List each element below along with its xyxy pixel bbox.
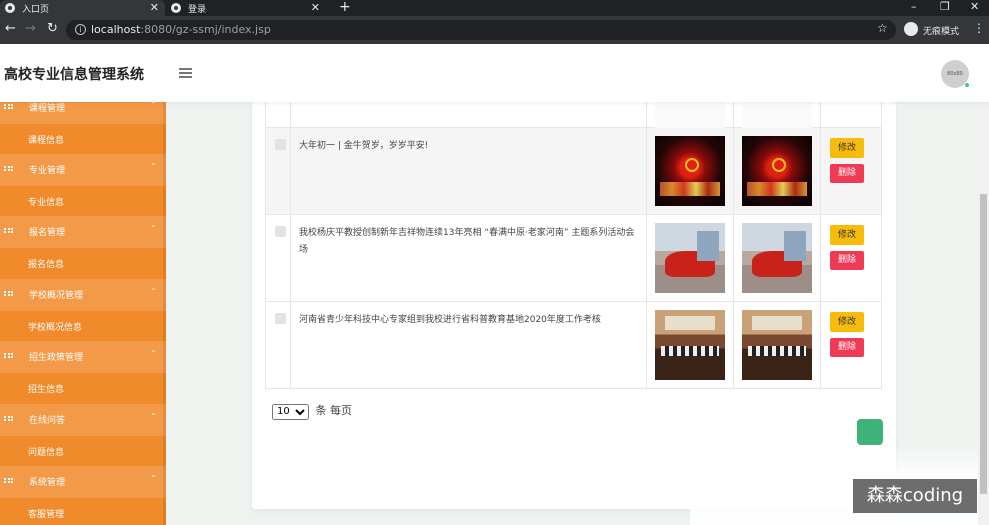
news-thumbnail (655, 310, 725, 380)
url-text[interactable]: localhost:8080/gz-ssmj/index.jsp (91, 23, 271, 36)
incognito-label: 无痕模式 (923, 27, 960, 37)
page-size-select[interactable]: 10 (272, 403, 309, 420)
minimize-icon[interactable]: – (911, 0, 917, 13)
tab-label: 登录 (188, 4, 207, 15)
row-checkbox[interactable] (275, 226, 286, 237)
sidebar-group-system[interactable]: 系统管理 ⌃ (0, 466, 166, 498)
sidebar-item-course-info[interactable]: 课程信息 (0, 124, 166, 154)
floating-action-button[interactable] (857, 419, 883, 445)
new-tab-icon[interactable]: + (339, 0, 351, 15)
edit-button[interactable]: 修改 (830, 225, 864, 245)
news-thumbnail (742, 136, 812, 206)
grid-icon (4, 166, 13, 172)
page-size-control: 10 条 每页 (272, 402, 352, 420)
chevron-up-icon: ⌃ (150, 162, 157, 171)
sidebar-group-label: 报名管理 (29, 228, 66, 238)
sidebar-item-question-info[interactable]: 问题信息 (0, 436, 166, 466)
table-row (265, 58, 882, 128)
sidebar-item-label: 招生信息 (28, 385, 65, 395)
more-menu-icon[interactable]: ⋮ (973, 21, 985, 35)
incognito-icon (904, 22, 918, 36)
tab-login[interactable]: 登录 ✕ (166, 0, 326, 16)
tab-entry-page[interactable]: 入口页 ✕ (0, 0, 165, 16)
news-thumbnail (655, 136, 725, 206)
grid-icon (4, 228, 13, 234)
sidebar-item-label: 学校概况信息 (28, 323, 83, 333)
sidebar-group-label: 学校概况管理 (29, 291, 84, 301)
site-title: 高校专业信息管理系统 (4, 67, 144, 83)
window-close-icon[interactable]: ✕ (970, 0, 979, 13)
delete-button[interactable]: 删除 (830, 164, 864, 183)
sidebar-group-label: 系统管理 (29, 478, 66, 488)
delete-button[interactable]: 删除 (830, 338, 864, 357)
restore-icon[interactable]: ❐ (940, 0, 950, 13)
news-title: 河南省青少年科技中心专家组到我校进行省科普教育基地2020年度工作考核 (299, 315, 601, 325)
row-checkbox[interactable] (275, 313, 286, 324)
sidebar-item-enroll-info[interactable]: 报名信息 (0, 248, 166, 278)
sidebar-group-major[interactable]: 专业管理 ⌃ (0, 154, 166, 186)
watermark: 森森coding (853, 479, 977, 513)
grid-icon (4, 478, 13, 484)
grid-icon (4, 416, 13, 422)
table-row: 大年初一 | 金牛贺岁，岁岁平安! 修改 删除 (265, 128, 882, 215)
sidebar-group-course[interactable]: 课程管理 ⌃ (0, 102, 166, 124)
forward-icon[interactable]: → (25, 21, 36, 36)
news-thumbnail (742, 223, 812, 293)
address-bar: ← → ↻ i localhost:8080/gz-ssmj/index.jsp… (0, 16, 989, 44)
online-status-dot (964, 82, 970, 88)
delete-button[interactable]: 删除 (830, 251, 864, 270)
news-thumbnail (655, 223, 725, 293)
sidebar: 课程管理 ⌃ 课程信息 专业管理 ⌃ 专业信息 报名管理 ⌃ 报名信息 学校概况… (0, 102, 166, 525)
sidebar-item-label: 专业信息 (28, 198, 65, 208)
page: 高校专业信息管理系统 80x80 课程管理 ⌃ 课程信息 专业管理 ⌃ 专业信息… (0, 44, 989, 525)
chevron-up-icon: ⌃ (150, 474, 157, 483)
grid-icon (4, 353, 13, 359)
sidebar-group-school-overview[interactable]: 学校概况管理 ⌃ (0, 279, 166, 311)
sidebar-item-label: 问题信息 (28, 448, 65, 458)
sidebar-group-label: 在线问答 (29, 416, 66, 426)
chevron-up-icon: ⌃ (150, 224, 157, 233)
sidebar-item-admission-info[interactable]: 招生信息 (0, 373, 166, 403)
sidebar-item-school-overview-info[interactable]: 学校概况信息 (0, 311, 166, 341)
sidebar-item-label: 客服管理 (28, 510, 65, 520)
table-row: 我校杨庆平教授创制新年吉祥物连续13年亮相 “春满中原·老家河南” 主题系列活动… (265, 215, 882, 302)
edit-button[interactable]: 修改 (830, 138, 864, 158)
edit-button[interactable]: 修改 (830, 312, 864, 332)
row-checkbox[interactable] (275, 139, 286, 150)
news-title: 大年初一 | 金牛贺岁，岁岁平安! (299, 141, 429, 151)
news-thumbnail (742, 310, 812, 380)
grid-icon (4, 291, 13, 297)
browser-tab-bar: 入口页 ✕ 登录 ✕ + – ❐ ✕ (0, 0, 989, 16)
sidebar-item-label: 报名信息 (28, 260, 65, 270)
app-header: 高校专业信息管理系统 80x80 (0, 44, 989, 102)
sidebar-group-qa[interactable]: 在线问答 ⌃ (0, 404, 166, 436)
tab-label: 入口页 (22, 4, 50, 15)
table-row: 河南省青少年科技中心专家组到我校进行省科普教育基地2020年度工作考核 修改 删… (265, 302, 882, 389)
close-icon[interactable]: ✕ (150, 1, 159, 14)
bookmark-star-icon[interactable]: ☆ (877, 21, 888, 35)
scrollbar-thumb[interactable] (980, 194, 987, 494)
chevron-up-icon: ⌃ (150, 412, 157, 421)
chevron-up-icon: ⌃ (150, 349, 157, 358)
reload-icon[interactable]: ↻ (47, 21, 58, 36)
chevron-up-icon: ⌃ (150, 287, 157, 296)
sidebar-group-label: 招生政策管理 (29, 353, 84, 363)
sidebar-group-enroll[interactable]: 报名管理 ⌃ (0, 216, 166, 248)
page-size-label: 条 每页 (315, 404, 353, 417)
menu-toggle-icon[interactable] (179, 68, 192, 80)
close-icon[interactable]: ✕ (311, 1, 320, 14)
info-icon[interactable]: i (75, 24, 86, 35)
news-title: 我校杨庆平教授创制新年吉祥物连续13年亮相 “春满中原·老家河南” 主题系列活动… (299, 228, 635, 255)
globe-icon (5, 3, 15, 13)
chevron-up-icon: ⌃ (150, 102, 157, 109)
back-icon[interactable]: ← (5, 21, 16, 36)
sidebar-group-admission-policy[interactable]: 招生政策管理 ⌃ (0, 341, 166, 373)
sidebar-item-major-info[interactable]: 专业信息 (0, 186, 166, 216)
sidebar-item-label: 课程信息 (28, 136, 65, 146)
sidebar-group-label: 专业管理 (29, 166, 66, 176)
sidebar-group-label: 课程管理 (29, 104, 66, 114)
globe-icon (171, 3, 181, 13)
sidebar-item-service-management[interactable]: 客服管理 (0, 498, 166, 525)
grid-icon (4, 104, 13, 110)
